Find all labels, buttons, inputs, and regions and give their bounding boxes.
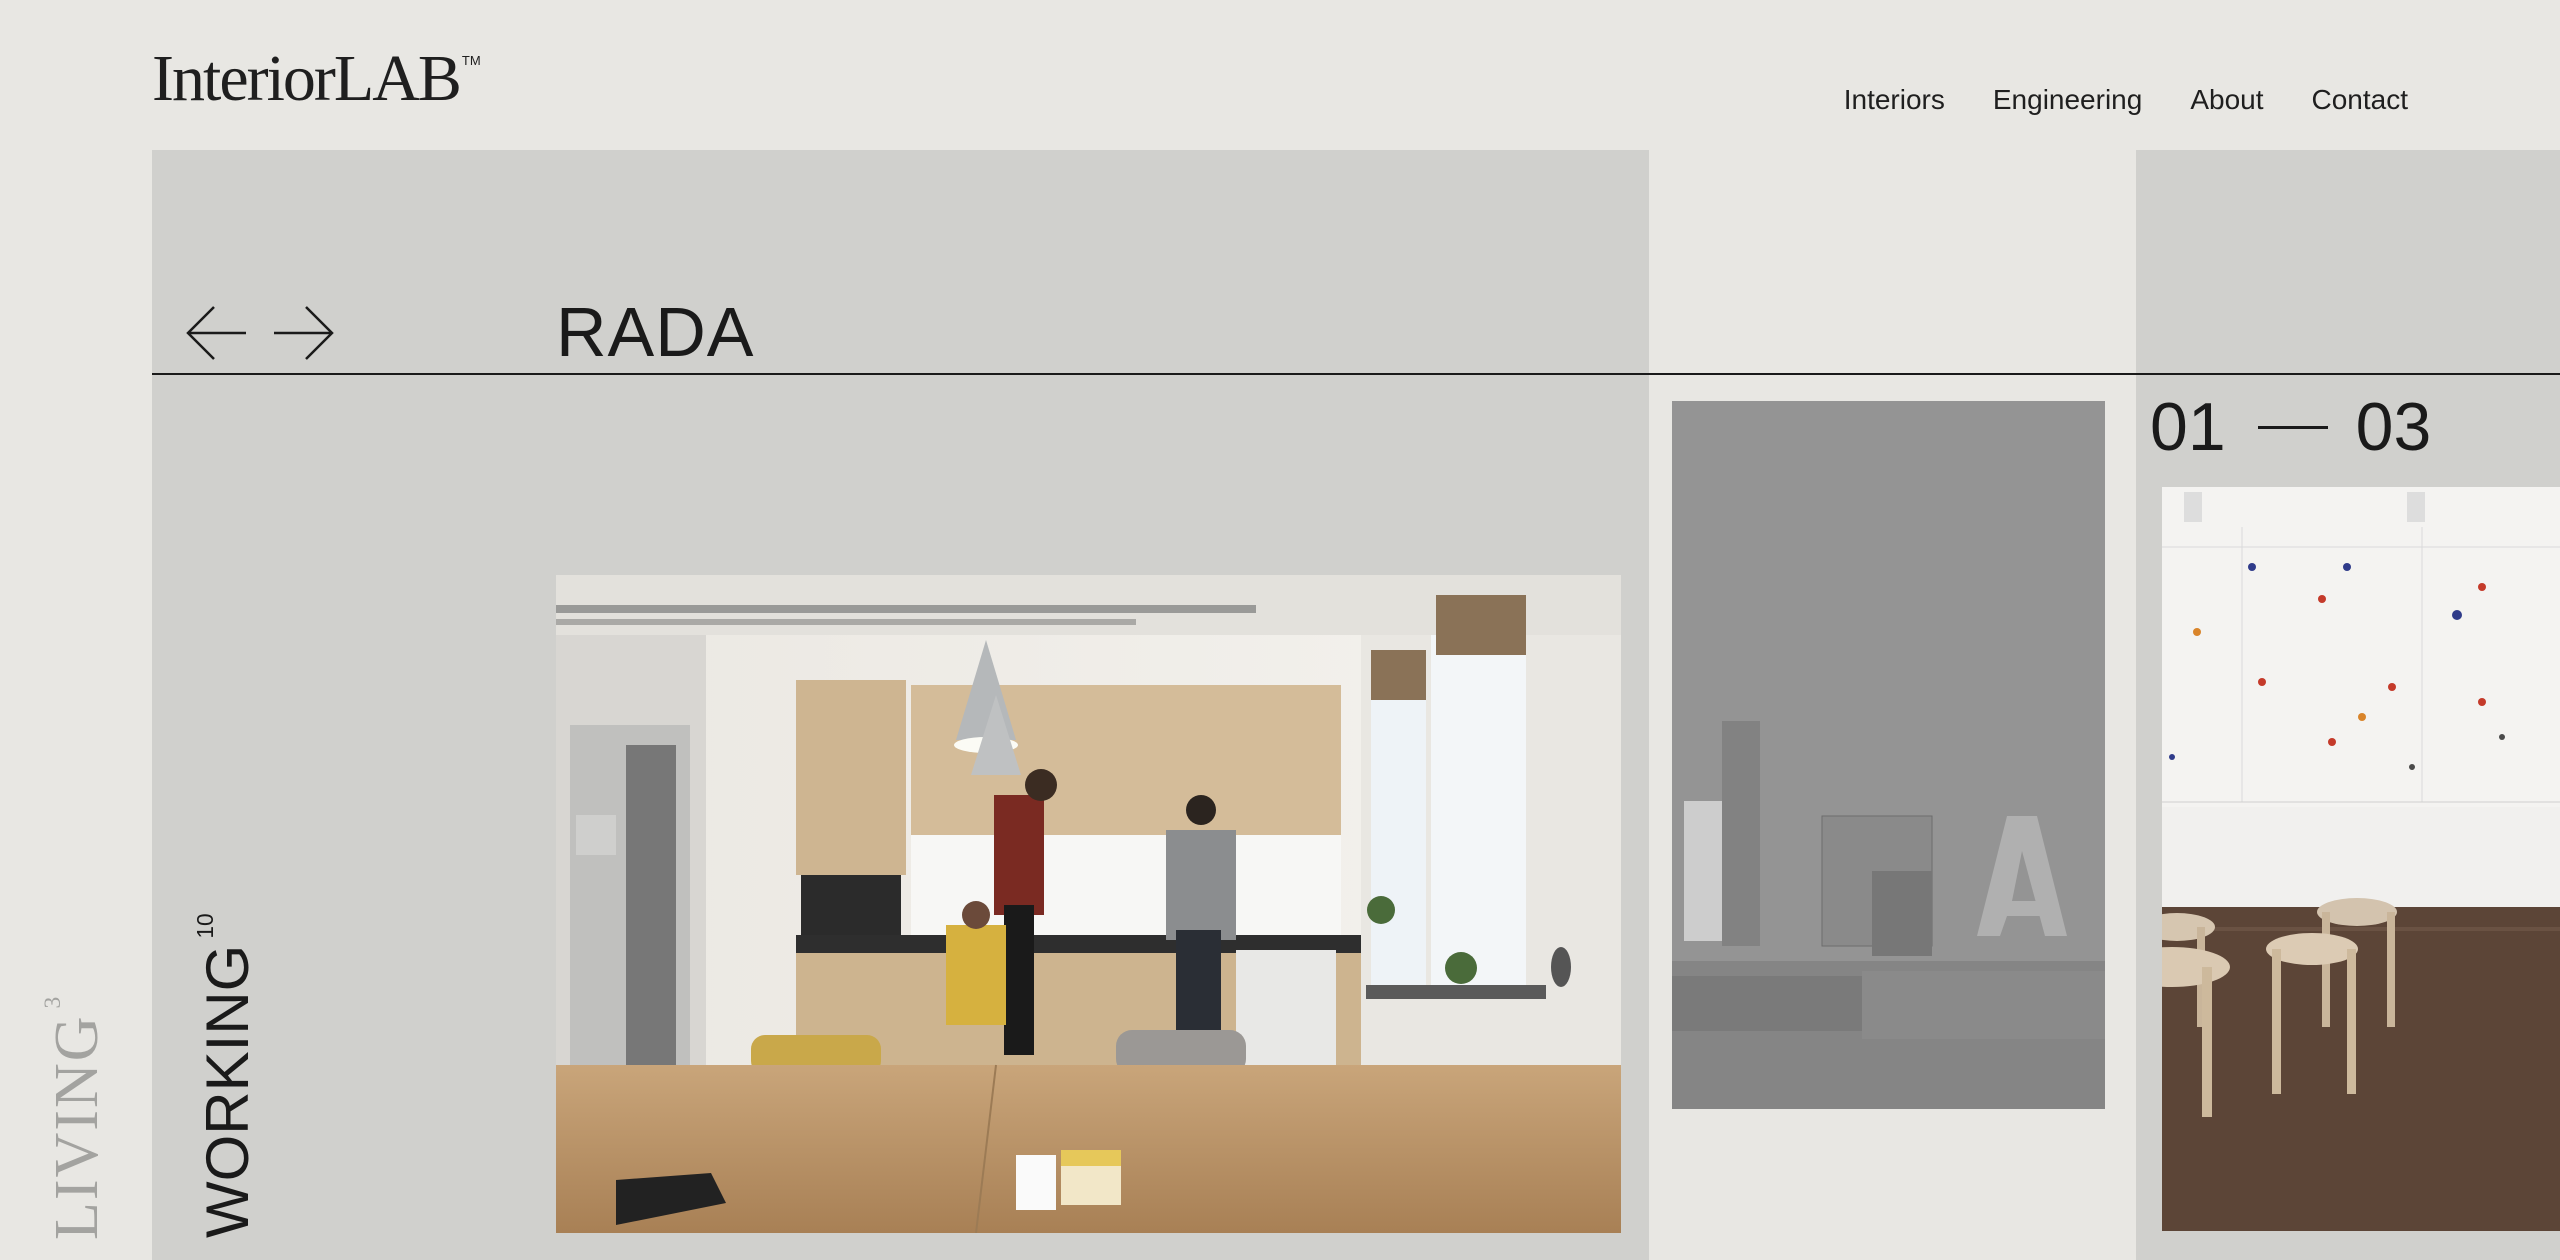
counter-current: 01 <box>2150 389 2226 465</box>
arrow-right-icon <box>274 306 334 360</box>
category-working[interactable]: WORKING 10 <box>192 913 261 1238</box>
category-working-label: WORKING <box>194 944 261 1238</box>
category-working-count: 10 <box>192 913 218 939</box>
arrow-left-icon <box>186 306 246 360</box>
category-living-count: 3 <box>40 994 66 1009</box>
logo-trademark: TM <box>461 53 481 68</box>
category-living-label: LIVING <box>43 1014 111 1241</box>
nav-interiors[interactable]: Interiors <box>1844 84 1945 116</box>
studio-stools-photo[interactable] <box>2162 487 2560 1231</box>
prev-arrow-button[interactable] <box>184 300 250 366</box>
nav-about[interactable]: About <box>2190 84 2263 116</box>
counter-dash <box>2257 425 2328 429</box>
site-logo[interactable]: InteriorLAB TM <box>152 46 481 112</box>
concrete-logo-photo[interactable] <box>1672 401 2105 1109</box>
project-title: RADA <box>556 293 755 371</box>
nav-contact[interactable]: Contact <box>2312 84 2409 116</box>
header-divider <box>152 373 2560 375</box>
next-arrow-button[interactable] <box>270 300 336 366</box>
slide-counter: 01 03 <box>2150 388 2431 466</box>
main-nav: Interiors Engineering About Contact <box>1844 84 2408 116</box>
kitchen-office-photo[interactable] <box>556 575 1621 1233</box>
nav-engineering[interactable]: Engineering <box>1993 84 2142 116</box>
logo-text: InteriorLAB <box>152 42 462 115</box>
category-living[interactable]: LIVING 3 <box>40 995 111 1241</box>
counter-total: 03 <box>2355 389 2432 465</box>
